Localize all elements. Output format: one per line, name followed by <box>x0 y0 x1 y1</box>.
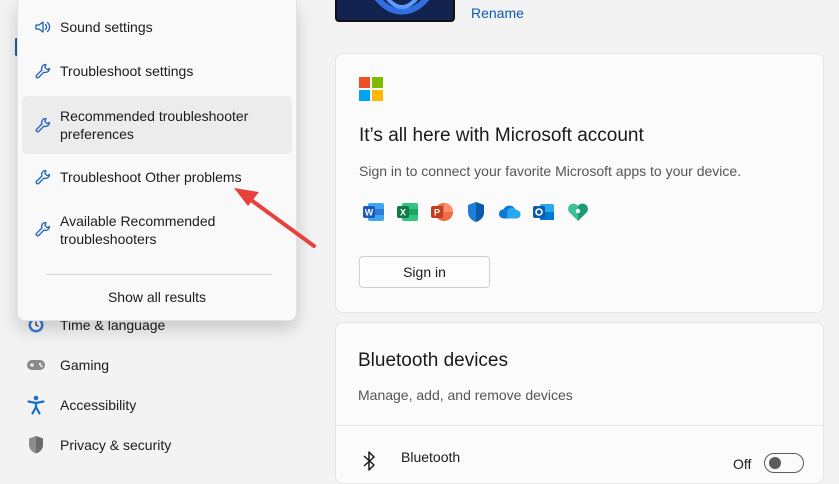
svg-text:W: W <box>365 208 374 218</box>
bluetooth-card-title: Bluetooth devices <box>358 350 508 371</box>
suggestion-label: Sound settings <box>60 19 153 35</box>
suggestion-recommended-troubleshooter-preferences[interactable]: Recommended troubleshooter preferences <box>22 96 292 154</box>
suggestion-troubleshoot-settings[interactable]: Troubleshoot settings <box>22 56 292 86</box>
device-wallpaper-thumbnail <box>335 0 455 22</box>
family-icon <box>566 201 590 223</box>
word-icon: W <box>362 201 386 223</box>
powerpoint-icon: P <box>430 201 454 223</box>
sidebar-item-label: Privacy & security <box>60 437 172 453</box>
shield-icon <box>26 435 46 455</box>
microsoft-card-subtitle: Sign in to connect your favorite Microso… <box>359 163 742 179</box>
accessibility-icon <box>26 395 46 415</box>
suggestion-troubleshoot-other-problems[interactable]: Troubleshoot Other problems <box>22 162 292 192</box>
suggestion-label: Troubleshoot settings <box>60 63 194 79</box>
toggle-state-label: Off <box>733 456 752 472</box>
suggestion-label: Available Recommended troubleshooters <box>60 213 216 247</box>
bluetooth-row-title: Bluetooth <box>401 449 461 465</box>
bluetooth-card-subtitle: Manage, add, and remove devices <box>358 387 573 403</box>
wrench-icon <box>35 169 51 185</box>
bluetooth-icon <box>362 451 376 471</box>
speaker-icon <box>35 21 51 33</box>
bluetooth-toggle[interactable] <box>764 453 804 473</box>
svg-text:X: X <box>400 208 406 218</box>
excel-icon: X <box>396 201 420 223</box>
sidebar-item-label: Gaming <box>60 357 110 373</box>
sidebar-item-label: Accessibility <box>60 397 137 413</box>
show-all-results-button[interactable]: Show all results <box>18 289 296 305</box>
svg-text:P: P <box>434 208 440 218</box>
microsoft-card-title: It’s all here with Microsoft account <box>359 125 644 146</box>
suggestion-sound-settings[interactable]: Sound settings <box>22 12 292 42</box>
rename-link[interactable]: Rename <box>471 5 524 21</box>
sign-in-button[interactable]: Sign in <box>359 256 490 288</box>
sidebar-item-privacy-security[interactable]: Privacy & security <box>26 429 171 461</box>
wrench-icon <box>35 117 51 133</box>
toggle-knob <box>769 457 781 469</box>
divider <box>46 274 272 275</box>
defender-icon <box>464 201 488 223</box>
suggestion-available-recommended-troubleshooters[interactable]: Available Recommended troubleshooters <box>22 204 292 254</box>
suggestion-label: Troubleshoot Other problems <box>60 169 242 185</box>
wrench-icon <box>35 221 51 237</box>
suggestion-label: Recommended troubleshooter preferences <box>60 108 249 142</box>
microsoft-app-icons: W X P <box>362 201 590 223</box>
search-suggestions-dropdown: Sound settings Troubleshoot settings Rec… <box>17 0 297 321</box>
gamepad-icon <box>26 355 46 375</box>
sidebar-item-accessibility[interactable]: Accessibility <box>26 389 136 421</box>
sidebar-item-gaming[interactable]: Gaming <box>26 349 109 381</box>
wrench-icon <box>35 63 51 79</box>
onedrive-icon <box>498 201 522 223</box>
outlook-icon <box>532 201 556 223</box>
divider <box>335 425 823 426</box>
microsoft-logo-icon <box>359 77 383 101</box>
